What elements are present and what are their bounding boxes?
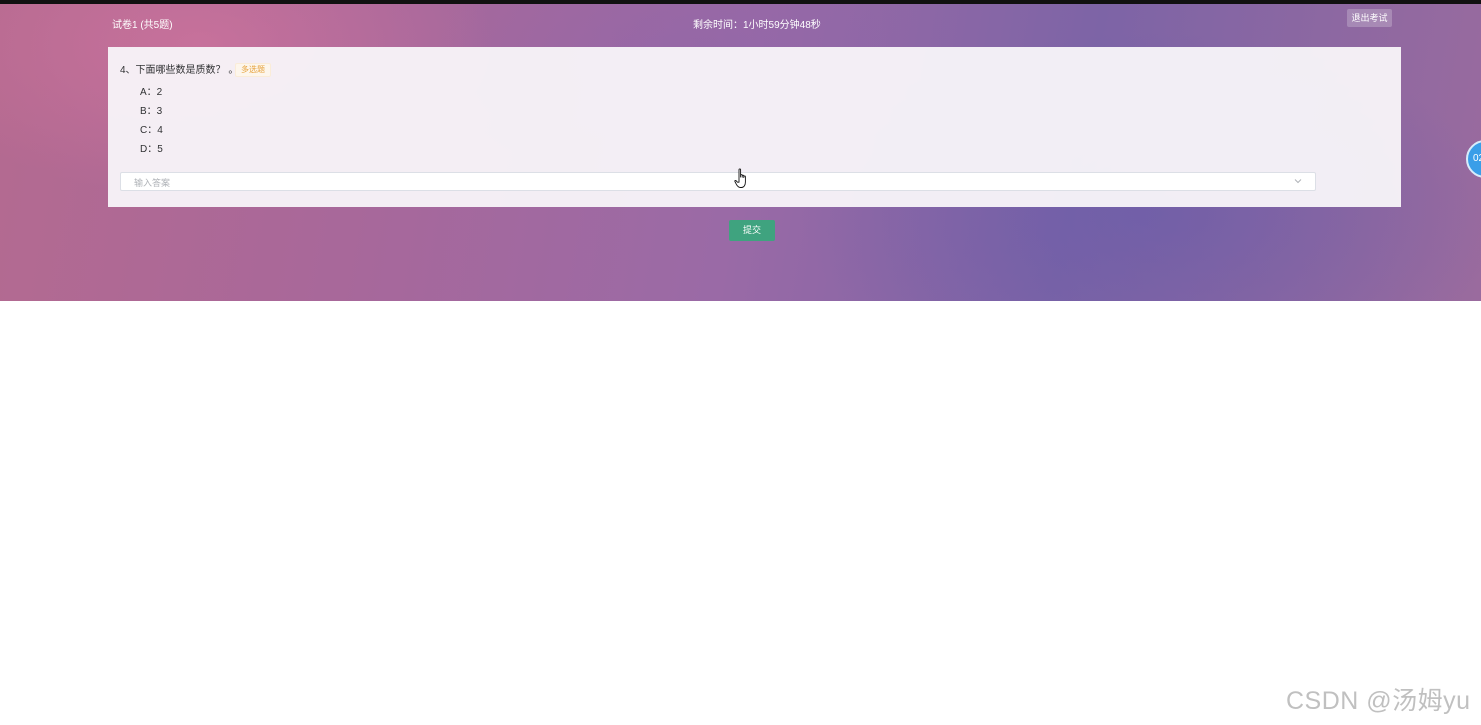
chevron-down-icon	[1294, 179, 1302, 184]
option-d[interactable]: D：5	[140, 140, 163, 155]
question-type-badge: 多选题	[235, 63, 271, 77]
exam-banner: 试卷1 (共5题) 剩余时间：1小时59分钟48秒 退出考试 4、下面哪些数是质…	[0, 4, 1481, 301]
question-card: 4、下面哪些数是质数？ 。 多选题 A：2 B：3 C：4 D：5 输入答案	[108, 47, 1401, 207]
answer-placeholder: 输入答案	[134, 178, 171, 188]
hand-pointer-icon	[734, 168, 746, 188]
paper-title: 试卷1 (共5题)	[112, 20, 173, 31]
exit-exam-button[interactable]: 退出考试	[1347, 9, 1392, 27]
submit-button[interactable]: 提交	[729, 220, 775, 241]
csdn-watermark: CSDN @汤姆yu	[1286, 687, 1471, 715]
option-b[interactable]: B：3	[140, 102, 162, 117]
answer-select[interactable]: 输入答案	[120, 172, 1316, 191]
question-text: 4、下面哪些数是质数？ 。	[120, 65, 239, 76]
option-c[interactable]: C：4	[140, 121, 163, 136]
remaining-time: 剩余时间：1小时59分钟48秒	[693, 20, 821, 31]
option-a[interactable]: A：2	[140, 83, 162, 98]
